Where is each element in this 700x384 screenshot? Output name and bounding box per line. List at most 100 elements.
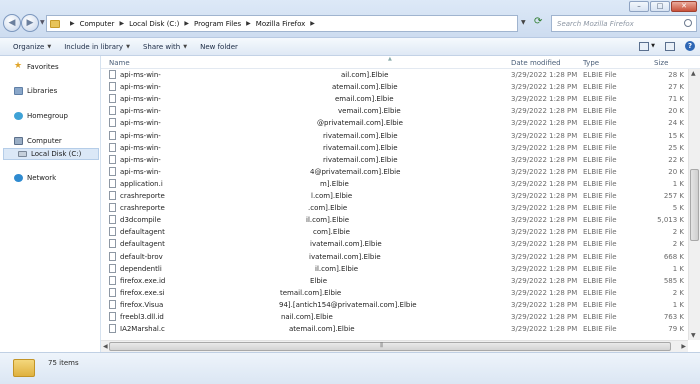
file-row[interactable]: api-ms-win-rivatemail.com].Elbie 3/29/202…: [101, 154, 688, 166]
file-type: ELBIE File: [583, 228, 617, 237]
column-date-modified[interactable]: Date modified: [511, 59, 561, 67]
search-input[interactable]: Search Mozilla Firefox: [551, 15, 697, 32]
file-name: api-ms-win-: [120, 167, 161, 176]
minimize-button[interactable]: –: [629, 1, 649, 12]
scroll-right-icon[interactable]: ▶: [681, 343, 686, 350]
file-type: ELBIE File: [583, 71, 617, 79]
nav-item-local-disk[interactable]: Local Disk (C:): [3, 148, 99, 160]
file-name: dependentli: [120, 264, 162, 273]
breadcrumb-chevron-icon[interactable]: ▶: [70, 20, 75, 27]
close-button[interactable]: ✕: [671, 1, 697, 12]
breadcrumb-chevron-icon[interactable]: ▶: [310, 20, 315, 27]
file-row[interactable]: firefox.exe.si temail.com].Elbie 3/29/2022…: [101, 287, 688, 299]
address-bar[interactable]: ▶ Computer ▶ Local Disk (C:) ▶ Program F…: [46, 15, 518, 32]
file-name: firefox.exe.id: [120, 276, 166, 285]
column-header: ▲ Name Date modified Type Size: [101, 56, 700, 69]
refresh-icon[interactable]: ⟳: [534, 16, 542, 27]
file-row[interactable]: defaultagent com].Elbie 3/29/2022 1:28 PM E…: [101, 226, 688, 238]
file-row[interactable]: firefox.exe.id Elbie 3/29/2022 1:28 PM ELBI…: [101, 275, 688, 287]
file-type: ELBIE File: [583, 95, 617, 104]
file-type: ELBIE File: [583, 216, 617, 225]
file-row[interactable]: IA2Marshal.c atemail.com].Elbie 3/29/2022 …: [101, 323, 688, 335]
file-type: ELBIE File: [583, 167, 617, 176]
file-size: 28 K: [668, 71, 684, 79]
file-type: ELBIE File: [583, 276, 617, 285]
file-size: 20 K: [668, 167, 684, 176]
vertical-scroll-thumb[interactable]: [690, 169, 699, 241]
breadcrumb-chevron-icon[interactable]: ▶: [119, 20, 124, 27]
file-row[interactable]: api-ms-win-ail.com].Elbie 3/29/2022 1:28 …: [101, 69, 688, 81]
nav-item-computer[interactable]: Computer: [14, 137, 62, 145]
share-with-button[interactable]: Share with ▼: [143, 43, 187, 51]
file-row[interactable]: default-brov ivatemail.com].Elbie 3/29/202…: [101, 251, 688, 263]
scroll-up-icon[interactable]: ▲: [691, 70, 696, 77]
folder-icon: [50, 19, 60, 28]
file-icon: [109, 215, 116, 225]
file-row[interactable]: api-ms-win-atemail.com].Elbie 3/29/2022 1…: [101, 81, 688, 93]
file-date-modified: 3/29/2022 1:28 PM: [511, 313, 578, 321]
maximize-button[interactable]: □: [650, 1, 670, 12]
file-row[interactable]: crashreporte .com].Elbie 3/29/2022 1:28 PM…: [101, 202, 688, 214]
back-button[interactable]: ◀: [3, 14, 21, 32]
preview-pane-icon[interactable]: [665, 41, 675, 51]
column-name[interactable]: Name: [109, 59, 130, 67]
recent-pages-dropdown[interactable]: ▼: [40, 19, 45, 26]
new-folder-button[interactable]: New folder: [200, 43, 238, 51]
file-row[interactable]: api-ms-win- @privatemail.com].Elbie 3/29/2…: [101, 117, 688, 129]
breadcrumb-chevron-icon[interactable]: ▶: [184, 20, 189, 27]
scroll-down-icon[interactable]: ▼: [691, 332, 696, 339]
file-size: 763 K: [663, 313, 684, 321]
nav-item-favorites[interactable]: ★ Favorites: [14, 62, 59, 71]
include-in-library-label: Include in library: [64, 42, 124, 51]
forward-button[interactable]: ▶: [21, 14, 39, 32]
file-row[interactable]: api-ms-win-rivatemail.com].Elbie 3/29/202…: [101, 142, 688, 154]
nav-item-homegroup[interactable]: Homegroup: [14, 112, 68, 120]
breadcrumb-program-files[interactable]: Program Files: [194, 20, 241, 28]
column-type[interactable]: Type: [583, 59, 599, 67]
breadcrumb-computer[interactable]: Computer: [80, 20, 115, 28]
organize-button[interactable]: Organize ▼: [13, 43, 51, 51]
breadcrumb-chevron-icon[interactable]: ▶: [246, 20, 251, 27]
scroll-grip-icon: |||: [380, 342, 383, 348]
file-row[interactable]: api-ms-win- 4@privatemail.com].Elbie 3/29/…: [101, 166, 688, 178]
organize-label: Organize: [13, 42, 45, 51]
include-in-library-button[interactable]: Include in library ▼: [64, 43, 130, 51]
file-row[interactable]: api-ms-win-vemail.com].Elbie 3/29/2022 1:…: [101, 105, 688, 117]
file-name-suffix: Elbie: [310, 276, 328, 285]
file-name: firefox.exe.si: [120, 288, 165, 297]
file-row[interactable]: api-ms-win-rivatemail.com].Elbie 3/29/202…: [101, 130, 688, 142]
file-row[interactable]: crashreporte l.com].Elbie 3/29/2022 1:28 P…: [101, 190, 688, 202]
chevron-down-icon[interactable]: ▼: [651, 43, 655, 49]
file-row[interactable]: dependentli il.com].Elbie 3/29/2022 1:28 P…: [101, 263, 688, 275]
breadcrumb-local-disk[interactable]: Local Disk (C:): [129, 20, 179, 28]
file-icon: [109, 142, 116, 152]
file-row[interactable]: firefox.Visua 94].[antich154@privatemail.…: [101, 299, 688, 311]
horizontal-scrollbar[interactable]: ◀ ||| ▶: [101, 340, 688, 352]
help-icon[interactable]: ?: [685, 41, 695, 51]
file-name-suffix: email.com].Elbie: [335, 95, 394, 104]
nav-item-network[interactable]: Network: [14, 174, 56, 182]
file-row[interactable]: defaultagent ivatemail.com].Elbie 3/29/202…: [101, 238, 688, 250]
file-icon: [109, 191, 116, 200]
horizontal-scroll-thumb[interactable]: [109, 342, 671, 351]
vertical-scrollbar[interactable]: ▲ ▼: [688, 69, 700, 340]
nav-item-libraries[interactable]: Libraries: [14, 87, 57, 95]
file-icon: [109, 263, 116, 273]
file-name-suffix: rivatemail.com].Elbie: [323, 155, 398, 164]
change-view-icon[interactable]: [639, 41, 650, 51]
file-icon: [109, 178, 116, 188]
address-history-dropdown[interactable]: ▼: [521, 19, 526, 26]
file-size: 71 K: [668, 95, 684, 104]
column-size[interactable]: Size: [654, 59, 668, 67]
library-icon: [14, 87, 23, 95]
file-row[interactable]: api-ms-win-email.com].Elbie 3/29/2022 1:2…: [101, 93, 688, 105]
file-name: crashreporte: [120, 192, 165, 200]
file-row[interactable]: freebl3.dll.id nail.com].Elbie 3/29/2022 1…: [101, 311, 688, 323]
file-size: 27 K: [668, 83, 684, 92]
breadcrumb-mozilla-firefox[interactable]: Mozilla Firefox: [256, 20, 306, 28]
scroll-left-icon[interactable]: ◀: [103, 343, 108, 350]
file-row[interactable]: application.i m].Elbie 3/29/2022 1:28 PM EL…: [101, 178, 688, 190]
file-date-modified: 3/29/2022 1:28 PM: [511, 83, 578, 92]
file-name: freebl3.dll.id: [120, 313, 164, 321]
file-row[interactable]: d3dcompile il.com].Elbie 3/29/2022 1:28 PM…: [101, 214, 688, 226]
